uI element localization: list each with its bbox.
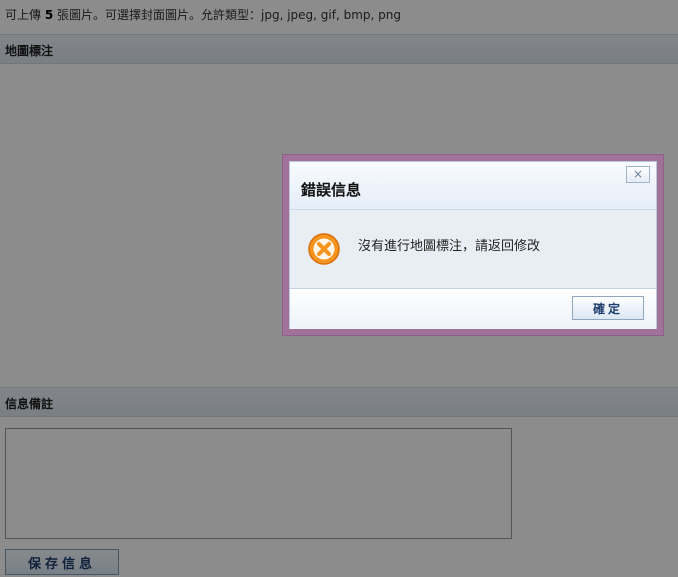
dialog-footer: 確定 (290, 288, 656, 329)
dialog-message: 沒有進行地圖標注，請返回修改 (358, 239, 541, 254)
dialog-header: 錯誤信息 × (290, 162, 656, 210)
error-dialog: 錯誤信息 × 沒有進行地圖標注，請返回修改 確定 (289, 161, 657, 329)
error-icon (308, 233, 340, 265)
ok-button[interactable]: 確定 (572, 296, 644, 320)
dialog-body: 沒有進行地圖標注，請返回修改 (290, 210, 656, 288)
error-dialog-frame: 錯誤信息 × 沒有進行地圖標注，請返回修改 確定 (282, 154, 664, 336)
close-icon[interactable]: × (626, 166, 650, 183)
dialog-title: 錯誤信息 (301, 181, 362, 199)
